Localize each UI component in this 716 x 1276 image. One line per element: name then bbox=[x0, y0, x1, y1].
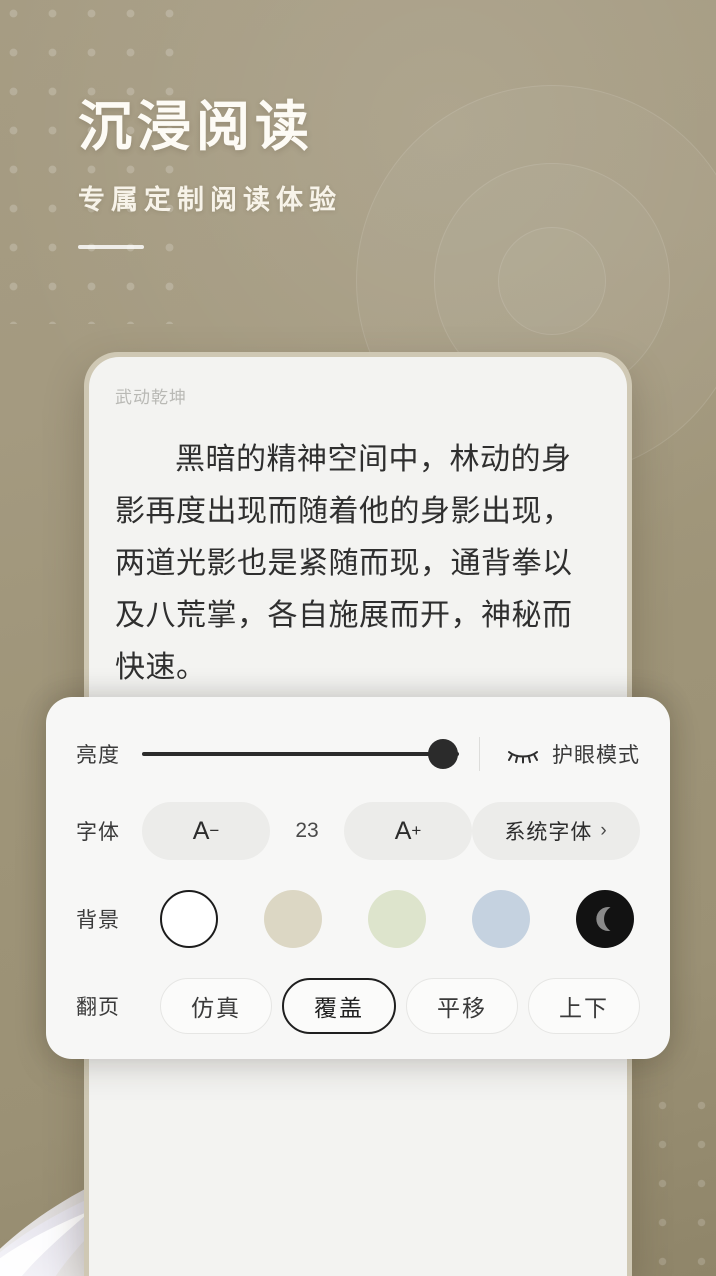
moon-icon bbox=[596, 907, 611, 931]
brightness-row: 亮度 护眼模式 bbox=[76, 723, 640, 785]
background-row: 背景 bbox=[76, 883, 640, 955]
brightness-slider[interactable] bbox=[142, 739, 477, 769]
title-divider bbox=[78, 244, 144, 249]
page-turn-option[interactable]: 平移 bbox=[406, 978, 518, 1034]
eye-protection-mode-label: 护眼模式 bbox=[552, 744, 640, 767]
page-turn-option[interactable]: 仿真 bbox=[160, 978, 272, 1034]
book-paragraph: 黑暗的精神空间中，林动的身影再度出现而随着他的身影出现，两道光影也是紧随而现，通… bbox=[115, 443, 573, 684]
font-row: 字体 A − 23 A + 系统字体 › bbox=[76, 801, 640, 861]
background-label: 背景 bbox=[76, 909, 120, 932]
page-turn-option-list: 仿真 覆盖 平移 上下 bbox=[142, 978, 640, 1034]
system-font-button[interactable]: 系统字体 › bbox=[472, 802, 640, 860]
font-decrease-button[interactable]: A − bbox=[142, 802, 270, 860]
background-swatch-green[interactable] bbox=[368, 890, 426, 948]
hero-section: 沉浸阅读 专属定制阅读体验 bbox=[0, 96, 716, 249]
system-font-label: 系统字体 bbox=[504, 821, 593, 844]
book-title: 武动乾坤 bbox=[115, 388, 187, 407]
background-swatch-list bbox=[142, 890, 640, 948]
page-subtitle: 专属定制阅读体验 bbox=[78, 184, 342, 215]
panel-divider bbox=[479, 737, 480, 771]
page-turn-label: 翻页 bbox=[76, 996, 120, 1019]
closed-eye-icon bbox=[508, 751, 538, 764]
background-swatch-blue[interactable] bbox=[472, 890, 530, 948]
brightness-slider-thumb[interactable] bbox=[428, 739, 459, 769]
font-increase-glyph: A bbox=[394, 816, 412, 845]
brightness-label: 亮度 bbox=[76, 744, 120, 767]
font-decrease-glyph: A bbox=[192, 816, 210, 845]
reader-settings-panel: 亮度 护眼模式 字体 A − 23 A + 系统字体 › 背景 翻页 仿真 覆盖… bbox=[46, 697, 670, 1059]
font-size-value: 23 bbox=[295, 819, 319, 842]
page-turn-row: 翻页 仿真 覆盖 平移 上下 bbox=[76, 977, 640, 1035]
font-label: 字体 bbox=[76, 821, 120, 844]
eye-protection-mode-button[interactable]: 护眼模式 bbox=[484, 739, 640, 769]
font-increase-button[interactable]: A + bbox=[344, 802, 472, 860]
background-swatch-beige[interactable] bbox=[264, 890, 322, 948]
background-swatch-white[interactable] bbox=[160, 890, 218, 948]
chevron-right-icon: › bbox=[600, 820, 608, 841]
page-turn-option[interactable]: 上下 bbox=[528, 978, 640, 1034]
background-swatch-night[interactable] bbox=[576, 890, 634, 948]
page-title: 沉浸阅读 bbox=[78, 97, 314, 157]
page-turn-option[interactable]: 覆盖 bbox=[282, 978, 396, 1034]
brightness-slider-track[interactable] bbox=[142, 739, 459, 769]
